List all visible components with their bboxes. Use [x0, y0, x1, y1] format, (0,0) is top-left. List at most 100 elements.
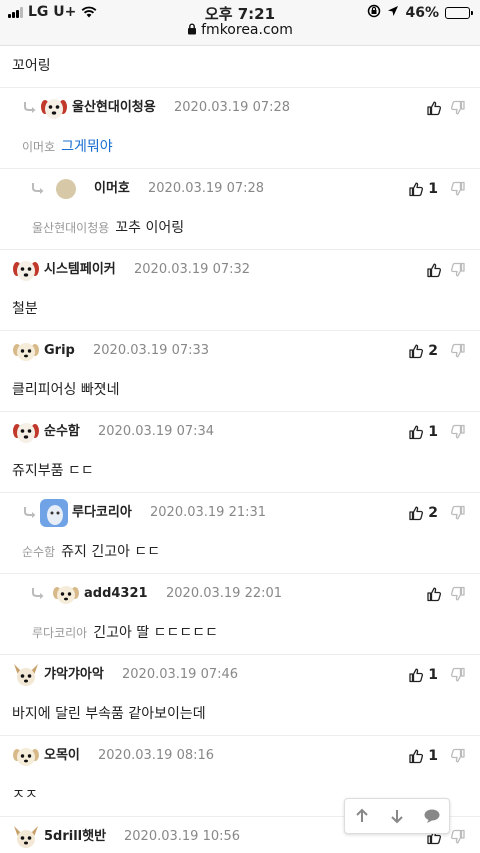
reply-arrow-icon	[30, 586, 46, 600]
arrow-up-icon[interactable]	[349, 803, 375, 829]
thumbs-up-icon	[408, 424, 424, 440]
avatar[interactable]	[40, 499, 68, 527]
thumbs-down-icon[interactable]	[450, 262, 466, 282]
nickname[interactable]: add4321	[84, 574, 148, 614]
comment-text: 클리피어싱 빠졋네	[12, 382, 120, 398]
speech-bubble-icon[interactable]	[419, 803, 445, 829]
comment-header: 시스템페이커 2020.03.19 07:32	[0, 249, 480, 289]
comment-date: 2020.03.19 07:34	[98, 424, 215, 439]
avatar[interactable]	[12, 256, 40, 284]
comment-text: 바지에 달린 부속품 같아보이는데	[12, 706, 206, 722]
comment-content: 바지에 달린 부속품 같아보이는데	[0, 694, 480, 735]
battery-icon	[445, 7, 473, 19]
lock-icon	[187, 23, 197, 39]
comment-header: 순수함 2020.03.19 07:34 1	[0, 411, 480, 451]
comment-text: ㅈㅈ	[12, 787, 38, 803]
reply-arrow-icon	[30, 181, 46, 195]
like-button[interactable]: 1	[408, 736, 438, 776]
comment-content: 철분	[0, 289, 480, 330]
reply-to-name[interactable]: 이머호	[22, 140, 55, 154]
avatar[interactable]	[52, 175, 80, 203]
like-button[interactable]	[426, 250, 442, 290]
comment-date: 2020.03.19 07:33	[93, 343, 210, 358]
like-button[interactable]	[426, 574, 442, 614]
comment-text: 쥬지 긴고아 ㄷㄷ	[61, 544, 161, 560]
location-icon	[387, 5, 399, 21]
comment-header: add4321 2020.03.19 22:01	[0, 573, 480, 613]
thumbs-up-icon	[426, 586, 442, 602]
like-count: 2	[428, 343, 438, 359]
reply-arrow-icon	[22, 100, 38, 114]
reply-to-name[interactable]: 루다코리아	[32, 626, 87, 640]
nickname[interactable]: 순수함	[44, 412, 80, 452]
like-button[interactable]	[426, 88, 442, 128]
comment-date: 2020.03.19 07:28	[148, 181, 265, 196]
arrow-down-icon[interactable]	[384, 803, 410, 829]
comment-header: 오목이 2020.03.19 08:16 1	[0, 735, 480, 775]
thumbs-down-icon[interactable]	[450, 424, 466, 444]
like-count: 2	[428, 505, 438, 521]
comment-content: 이머호 그게뭐야	[0, 127, 480, 168]
comment-content: 순수함 쥬지 긴고아 ㄷㄷ	[0, 532, 480, 573]
thumbs-down-icon[interactable]	[450, 343, 466, 363]
thumbs-up-icon	[408, 181, 424, 197]
avatar[interactable]	[52, 580, 80, 608]
comment-text: 철분	[12, 301, 38, 317]
avatar[interactable]	[12, 337, 40, 365]
nickname[interactable]: 루다코리아	[72, 493, 132, 533]
comment-date: 2020.03.19 07:28	[174, 100, 291, 115]
url-text: fmkorea.com	[201, 22, 293, 38]
like-button[interactable]: 2	[408, 493, 438, 533]
thumbs-down-icon[interactable]	[450, 748, 466, 768]
screen-lock-icon	[367, 4, 381, 22]
thumbs-down-icon[interactable]	[450, 667, 466, 687]
url-bar[interactable]: fmkorea.com	[0, 22, 480, 39]
reply-to-name[interactable]: 울산현대이청용	[32, 221, 109, 235]
thumbs-down-icon[interactable]	[450, 829, 466, 849]
like-button[interactable]: 1	[408, 655, 438, 695]
avatar[interactable]	[12, 823, 40, 851]
thumbs-down-icon[interactable]	[450, 505, 466, 525]
comment-header: Grip 2020.03.19 07:33 2	[0, 330, 480, 370]
comment-content: 쥬지부품 ㄷㄷ	[0, 451, 480, 492]
like-count: 1	[428, 748, 438, 764]
nickname[interactable]: 오목이	[44, 736, 80, 776]
avatar[interactable]	[40, 94, 68, 122]
comment-header: 이머호 2020.03.19 07:28 1	[0, 168, 480, 208]
comment-content: 꼬어링	[0, 46, 480, 87]
avatar[interactable]	[12, 742, 40, 770]
comment-content: 클리피어싱 빠졋네	[0, 370, 480, 411]
nickname[interactable]: 이머호	[94, 169, 130, 209]
reply-to-name[interactable]: 순수함	[22, 545, 55, 559]
comment-content: 울산현대이청용 꼬추 이어링	[0, 208, 480, 249]
thumbs-down-icon[interactable]	[450, 586, 466, 606]
nickname[interactable]: 시스템페이커	[44, 250, 116, 290]
nickname[interactable]: 5drill햇반	[44, 817, 106, 853]
thumbs-down-icon[interactable]	[450, 181, 466, 201]
comment-date: 2020.03.19 07:46	[122, 667, 239, 682]
comment-header: 갸악갸아악 2020.03.19 07:46 1	[0, 654, 480, 694]
nickname[interactable]: Grip	[44, 331, 75, 371]
like-button[interactable]: 1	[408, 169, 438, 209]
avatar[interactable]	[12, 418, 40, 446]
floating-nav-bar	[344, 798, 450, 834]
comment-header: 울산현대이청용 2020.03.19 07:28	[0, 87, 480, 127]
comment-text-link[interactable]: 그게뭐야	[61, 139, 113, 155]
comment-date: 2020.03.19 21:31	[150, 505, 267, 520]
status-right: 46%	[367, 4, 473, 22]
comment-text: 꼬추 이어링	[115, 220, 185, 236]
comment-date: 2020.03.19 07:32	[134, 262, 251, 277]
thumbs-down-icon[interactable]	[450, 100, 466, 120]
comment-date: 2020.03.19 10:56	[124, 829, 241, 844]
nickname[interactable]: 울산현대이청용	[72, 88, 156, 128]
avatar[interactable]	[12, 661, 40, 689]
nickname[interactable]: 갸악갸아악	[44, 655, 104, 695]
comment-text: 꼬어링	[12, 58, 51, 74]
like-button[interactable]: 2	[408, 331, 438, 371]
like-count: 1	[428, 667, 438, 683]
thumbs-up-icon	[408, 505, 424, 521]
like-button[interactable]: 1	[408, 412, 438, 452]
comment-text: 긴고아 딸 ㄷㄷㄷㄷㄷ	[93, 625, 219, 641]
like-count: 1	[428, 424, 438, 440]
status-bar: LG U+ 오후 7:21 46% fmkorea.com	[0, 0, 480, 46]
